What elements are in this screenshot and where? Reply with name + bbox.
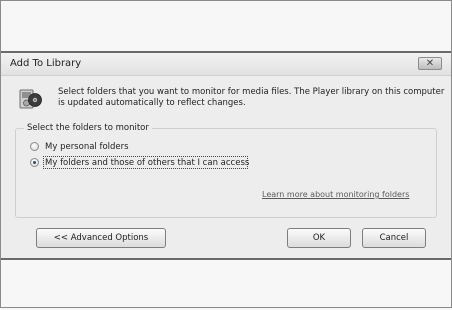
media-library-icon: [19, 89, 42, 109]
title-bar: Add To Library ✕: [0, 53, 452, 76]
group-label: Select the folders to monitor: [24, 123, 152, 133]
learn-more-link[interactable]: Learn more about monitoring folders: [262, 190, 409, 199]
dialog-description: Select folders that you want to monitor …: [58, 87, 445, 108]
page-background-top: [0, 0, 452, 53]
radio-personal-folders[interactable]: [30, 142, 39, 151]
option-label-all: My folders and those of others that I ca…: [45, 158, 250, 168]
folder-options-group: Select the folders to monitor My persona…: [15, 123, 437, 218]
close-icon: ✕: [425, 58, 435, 69]
radio-all-accessible-folders[interactable]: [30, 158, 39, 167]
ok-button[interactable]: OK: [287, 228, 351, 248]
cancel-button[interactable]: Cancel: [362, 228, 426, 248]
advanced-options-button[interactable]: << Advanced Options: [36, 228, 166, 248]
close-button[interactable]: ✕: [418, 57, 442, 70]
add-to-library-dialog: Add To Library ✕ Select folders that you…: [0, 53, 452, 258]
page-background-bottom: [0, 258, 452, 310]
option-label-personal: My personal folders: [45, 142, 129, 152]
radio-selected-dot: [33, 161, 36, 164]
dialog-title: Add To Library: [10, 58, 82, 69]
